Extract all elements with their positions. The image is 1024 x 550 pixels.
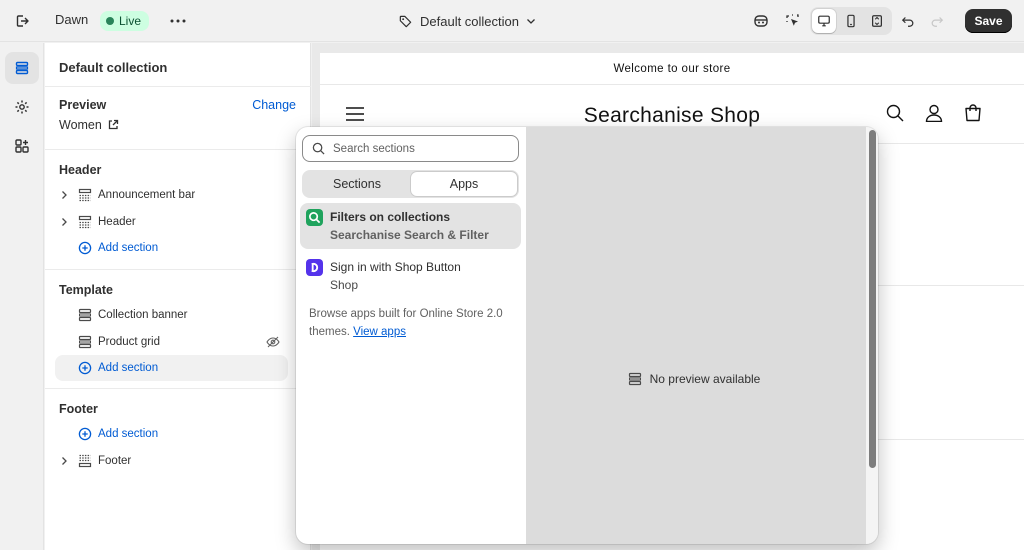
divider [45, 149, 311, 150]
left-rail [0, 43, 44, 550]
search-icon [312, 142, 325, 155]
picker-tabs: Sections Apps [302, 170, 519, 198]
header-group-title: Header [59, 163, 102, 177]
add-section-label: Add section [98, 362, 159, 374]
change-preview-link[interactable]: Change [252, 98, 296, 112]
more-actions-icon[interactable] [166, 10, 190, 32]
add-section-header-button[interactable]: Add section [55, 235, 288, 261]
cart-icon[interactable] [964, 104, 982, 125]
chevron-right-icon[interactable] [57, 190, 71, 200]
redo-icon[interactable] [925, 9, 949, 33]
undo-icon[interactable] [896, 9, 920, 33]
chevron-down-icon [526, 16, 536, 26]
app-title: Filters on collections [330, 210, 451, 224]
preview-value[interactable]: Women [59, 118, 119, 132]
store-name: Searchanise Shop [583, 104, 761, 127]
template-group-title: Template [59, 283, 113, 297]
section-group-icon [76, 215, 94, 229]
no-preview-message: No preview available [526, 372, 862, 386]
top-bar: Dawn Live Default collection Save [0, 0, 1024, 42]
section-footer[interactable]: Footer [55, 448, 288, 474]
chevron-right-icon[interactable] [57, 217, 71, 227]
add-section-label: Add section [98, 242, 159, 254]
divider [45, 86, 311, 87]
eye-hidden-icon[interactable] [266, 335, 280, 352]
tab-apps[interactable]: Apps [411, 172, 517, 196]
section-preview-pane: No preview available [526, 127, 878, 544]
section-product-grid[interactable]: Product grid [55, 329, 288, 355]
plus-circle-icon [76, 361, 94, 375]
searchanise-app-icon [306, 209, 323, 226]
mobile-view-icon[interactable] [839, 9, 863, 33]
plus-circle-icon [76, 427, 94, 441]
app-title: Sign in with Shop Button [330, 260, 461, 274]
app-subtitle: Shop [330, 278, 359, 292]
add-section-popover: Sections Apps Filters on collections Sea… [296, 127, 878, 544]
app-embeds-icon[interactable] [5, 130, 39, 162]
theme-settings-icon[interactable] [5, 91, 39, 123]
scrollbar-thumb[interactable] [869, 130, 876, 468]
section-label: Collection banner [98, 309, 188, 321]
divider [878, 285, 1024, 286]
account-icon[interactable] [925, 104, 943, 125]
tag-icon [398, 14, 413, 29]
announcement-bar-text[interactable]: Welcome to our store [320, 53, 1024, 85]
footer-group-title: Footer [59, 402, 98, 416]
section-announcement-bar[interactable]: Announcement bar [55, 182, 288, 208]
template-selector[interactable]: Default collection [398, 9, 536, 33]
desktop-view-icon[interactable] [812, 9, 836, 33]
app-subtitle: Searchanise Search & Filter [330, 228, 489, 242]
divider [45, 388, 311, 389]
browse-apps-note: Browse apps built for Online Store 2.0 t… [309, 305, 509, 341]
add-section-footer-button[interactable]: Add section [55, 421, 288, 447]
shop-app-icon [306, 259, 323, 276]
section-group-icon [76, 188, 94, 202]
no-preview-label: No preview available [649, 372, 761, 386]
external-link-icon [107, 119, 119, 131]
theme-name: Dawn [55, 12, 89, 27]
live-label: Live [119, 14, 142, 28]
app-item-sign-in-with-shop[interactable]: Sign in with Shop Button Shop [300, 253, 521, 299]
section-collection-banner[interactable]: Collection banner [55, 302, 288, 328]
ai-sidekick-icon[interactable] [749, 9, 773, 33]
sidebar-title: Default collection [59, 60, 168, 75]
section-label: Footer [98, 455, 132, 467]
exit-icon[interactable] [10, 10, 34, 32]
section-group-icon [76, 454, 94, 468]
live-badge: Live [100, 11, 150, 31]
search-sections-input[interactable] [333, 142, 503, 155]
template-label: Default collection [420, 13, 519, 29]
divider [878, 439, 1024, 440]
preview-heading: Preview [59, 98, 107, 112]
preview-value-label: Women [59, 118, 102, 132]
add-section-template-button[interactable]: Add section [55, 355, 288, 381]
view-apps-link[interactable]: View apps [353, 326, 406, 338]
save-button[interactable]: Save [965, 9, 1012, 33]
divider [45, 269, 311, 270]
tab-sections[interactable]: Sections [304, 172, 410, 196]
section-icon [76, 308, 94, 322]
sections-sidebar: Default collection Preview Change Women … [45, 43, 311, 550]
live-dot-icon [106, 17, 114, 25]
plus-circle-icon [76, 241, 94, 255]
section-icon [628, 372, 642, 386]
search-icon[interactable] [886, 104, 904, 125]
section-header[interactable]: Header [55, 209, 288, 235]
divider [878, 143, 1024, 144]
app-item-filters-on-collections[interactable]: Filters on collections Searchanise Searc… [300, 203, 521, 249]
fullscreen-view-icon[interactable] [865, 9, 889, 33]
section-label: Header [98, 216, 136, 228]
sections-icon[interactable] [5, 52, 39, 84]
search-sections-field[interactable] [302, 135, 519, 162]
inspector-icon[interactable] [781, 9, 805, 33]
chevron-right-icon[interactable] [57, 456, 71, 466]
section-label: Product grid [98, 336, 161, 348]
section-icon [76, 335, 94, 349]
section-label: Announcement bar [98, 189, 196, 201]
scrollbar[interactable] [866, 127, 878, 544]
viewport-switcher [810, 7, 892, 35]
add-section-label: Add section [98, 428, 159, 440]
